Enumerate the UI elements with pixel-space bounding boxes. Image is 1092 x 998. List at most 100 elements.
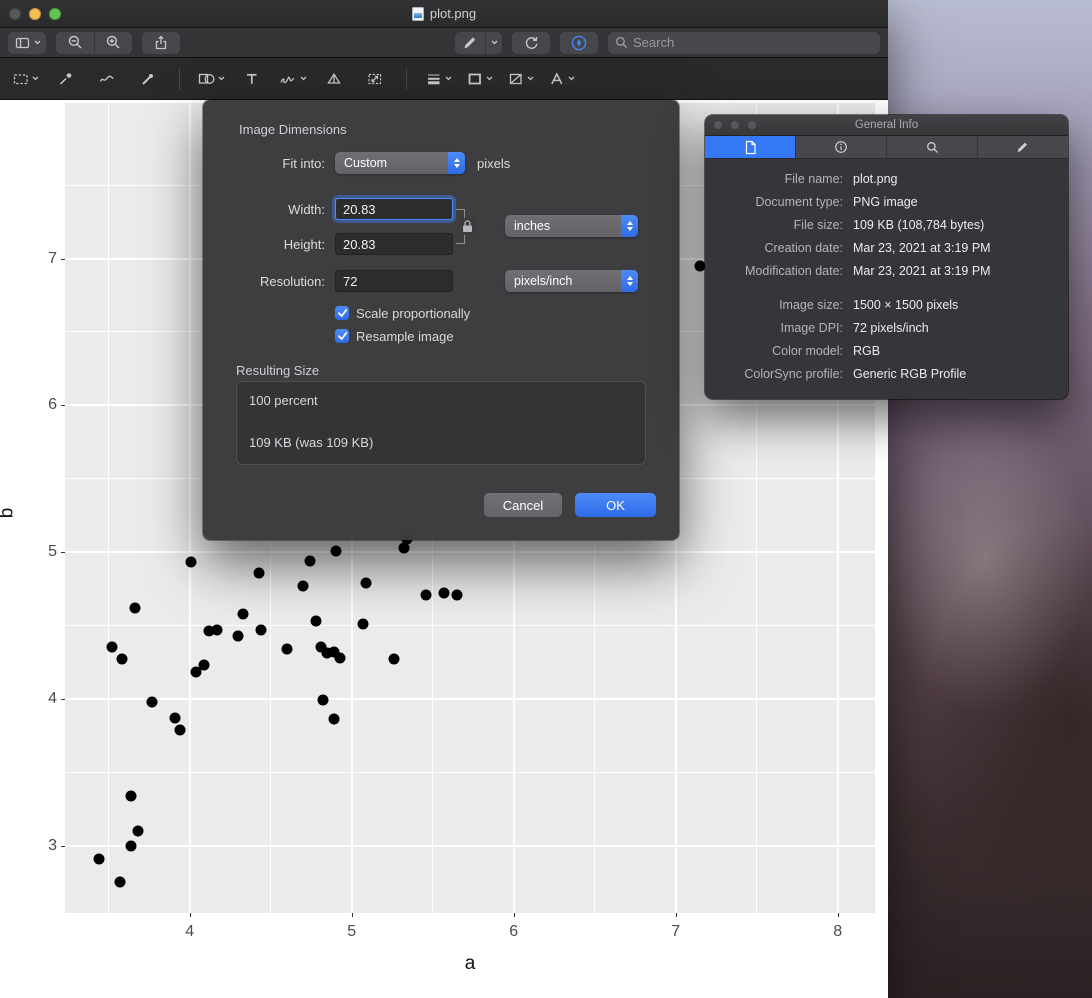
y-axis-tick bbox=[61, 552, 65, 553]
info-window-title: General Info bbox=[705, 119, 1068, 131]
info-value: 109 KB (108,784 bytes) bbox=[851, 214, 1058, 237]
resolution-unit-popup[interactable]: pixels/inch bbox=[505, 270, 638, 292]
minimize-button[interactable] bbox=[730, 120, 740, 130]
info-value: Generic RGB Profile bbox=[851, 363, 1058, 386]
size-unit-popup[interactable]: inches bbox=[505, 215, 638, 237]
minimize-button[interactable] bbox=[29, 8, 41, 20]
line-style-icon bbox=[425, 70, 443, 88]
toolbar-separator bbox=[179, 68, 180, 90]
text-box-icon bbox=[243, 70, 261, 88]
sketch-button[interactable] bbox=[90, 64, 124, 94]
checkbox-checked-icon bbox=[335, 329, 349, 343]
chevron-down-icon bbox=[486, 76, 493, 81]
sketch-icon bbox=[98, 70, 116, 88]
share-icon bbox=[153, 34, 170, 51]
adjust-color-icon bbox=[325, 70, 343, 88]
scatter-point bbox=[317, 695, 328, 706]
close-button[interactable] bbox=[713, 120, 723, 130]
instant-alpha-button[interactable] bbox=[49, 64, 83, 94]
zoom-out-button[interactable] bbox=[56, 32, 94, 54]
zoom-window-button[interactable] bbox=[49, 8, 61, 20]
resample-image-checkbox[interactable]: Resample image bbox=[335, 327, 454, 345]
info-value: Mar 23, 2021 at 3:19 PM bbox=[851, 260, 1058, 283]
x-axis-title: a bbox=[65, 953, 875, 975]
info-label: File name: bbox=[709, 168, 851, 191]
info-value: plot.png bbox=[851, 168, 1058, 191]
sign-button[interactable] bbox=[276, 64, 310, 94]
scatter-point bbox=[452, 589, 463, 600]
border-style-icon bbox=[466, 70, 484, 88]
markup-pencil-menu-button[interactable] bbox=[485, 32, 502, 54]
close-button[interactable] bbox=[9, 8, 21, 20]
zoom-segment bbox=[56, 32, 132, 54]
rotate-left-button[interactable] bbox=[512, 32, 550, 54]
gridline-major-h bbox=[65, 845, 875, 847]
chevron-down-icon bbox=[445, 76, 452, 81]
document-icon bbox=[412, 7, 424, 21]
selection-tools-button[interactable] bbox=[8, 64, 42, 94]
resolution-field[interactable] bbox=[335, 270, 453, 292]
tab-more-info[interactable] bbox=[795, 136, 886, 158]
gridline-minor-h bbox=[65, 625, 875, 626]
lock-icon[interactable] bbox=[460, 218, 475, 235]
image-dimensions-dialog: Image Dimensions Fit into: Custom pixels… bbox=[203, 100, 679, 540]
resulting-size-label: Resulting Size bbox=[236, 363, 319, 378]
fit-into-popup[interactable]: Custom bbox=[335, 152, 465, 174]
line-style-button[interactable] bbox=[421, 64, 455, 94]
zoom-window-button[interactable] bbox=[747, 120, 757, 130]
sign-icon bbox=[279, 70, 298, 88]
ok-button[interactable]: OK bbox=[575, 493, 656, 517]
x-axis-tick bbox=[514, 913, 515, 917]
shapes-button[interactable] bbox=[194, 64, 228, 94]
text-style-button[interactable] bbox=[544, 64, 578, 94]
scatter-point bbox=[358, 618, 369, 629]
adjust-color-button[interactable] bbox=[317, 64, 351, 94]
general-info-window: General Info File name: plot.png Documen… bbox=[705, 115, 1068, 399]
border-style-button[interactable] bbox=[462, 64, 496, 94]
height-field[interactable] bbox=[335, 233, 453, 255]
x-tick-label: 5 bbox=[347, 923, 356, 941]
zoom-in-button[interactable] bbox=[94, 32, 132, 54]
scatter-point bbox=[129, 602, 140, 613]
tab-general-info[interactable] bbox=[705, 136, 795, 158]
scatter-point bbox=[233, 630, 244, 641]
window-title-area: plot.png bbox=[0, 6, 888, 21]
info-label: Modification date: bbox=[709, 260, 851, 283]
markup-pencil-button[interactable] bbox=[455, 32, 485, 54]
scale-proportionally-checkbox[interactable]: Scale proportionally bbox=[335, 304, 470, 322]
info-rows: File name: plot.png Document type: PNG i… bbox=[705, 159, 1068, 392]
info-window-controls bbox=[713, 120, 757, 130]
y-tick-label: 4 bbox=[29, 690, 57, 708]
y-tick-label: 6 bbox=[29, 396, 57, 414]
y-axis-tick bbox=[61, 699, 65, 700]
tab-annotations[interactable] bbox=[977, 136, 1068, 158]
adjust-size-button[interactable] bbox=[358, 64, 392, 94]
info-titlebar: General Info bbox=[705, 115, 1068, 136]
scatter-point bbox=[695, 260, 706, 271]
tab-keywords[interactable] bbox=[886, 136, 977, 158]
width-field[interactable] bbox=[335, 198, 453, 220]
view-menu-button[interactable] bbox=[8, 32, 46, 54]
markup-toolbar-toggle-button[interactable] bbox=[560, 32, 598, 54]
zoom-out-icon bbox=[67, 34, 84, 51]
scatter-point bbox=[147, 696, 158, 707]
scatter-point bbox=[115, 877, 126, 888]
share-button[interactable] bbox=[142, 32, 180, 54]
text-box-button[interactable] bbox=[235, 64, 269, 94]
draw-button[interactable] bbox=[131, 64, 165, 94]
resulting-percent: 100 percent bbox=[249, 393, 633, 408]
cancel-button[interactable]: Cancel bbox=[484, 493, 562, 517]
scatter-point bbox=[199, 660, 210, 671]
scatter-point bbox=[126, 840, 137, 851]
search-input[interactable] bbox=[633, 35, 873, 50]
fill-style-button[interactable] bbox=[503, 64, 537, 94]
scatter-point bbox=[94, 853, 105, 864]
text-style-icon bbox=[548, 70, 566, 88]
search-field[interactable] bbox=[608, 32, 880, 54]
stepper-icon bbox=[621, 215, 638, 237]
chevron-down-icon bbox=[527, 76, 534, 81]
scatter-point bbox=[335, 652, 346, 663]
x-tick-label: 8 bbox=[833, 923, 842, 941]
main-toolbar bbox=[0, 28, 888, 58]
info-tabs bbox=[705, 136, 1068, 159]
